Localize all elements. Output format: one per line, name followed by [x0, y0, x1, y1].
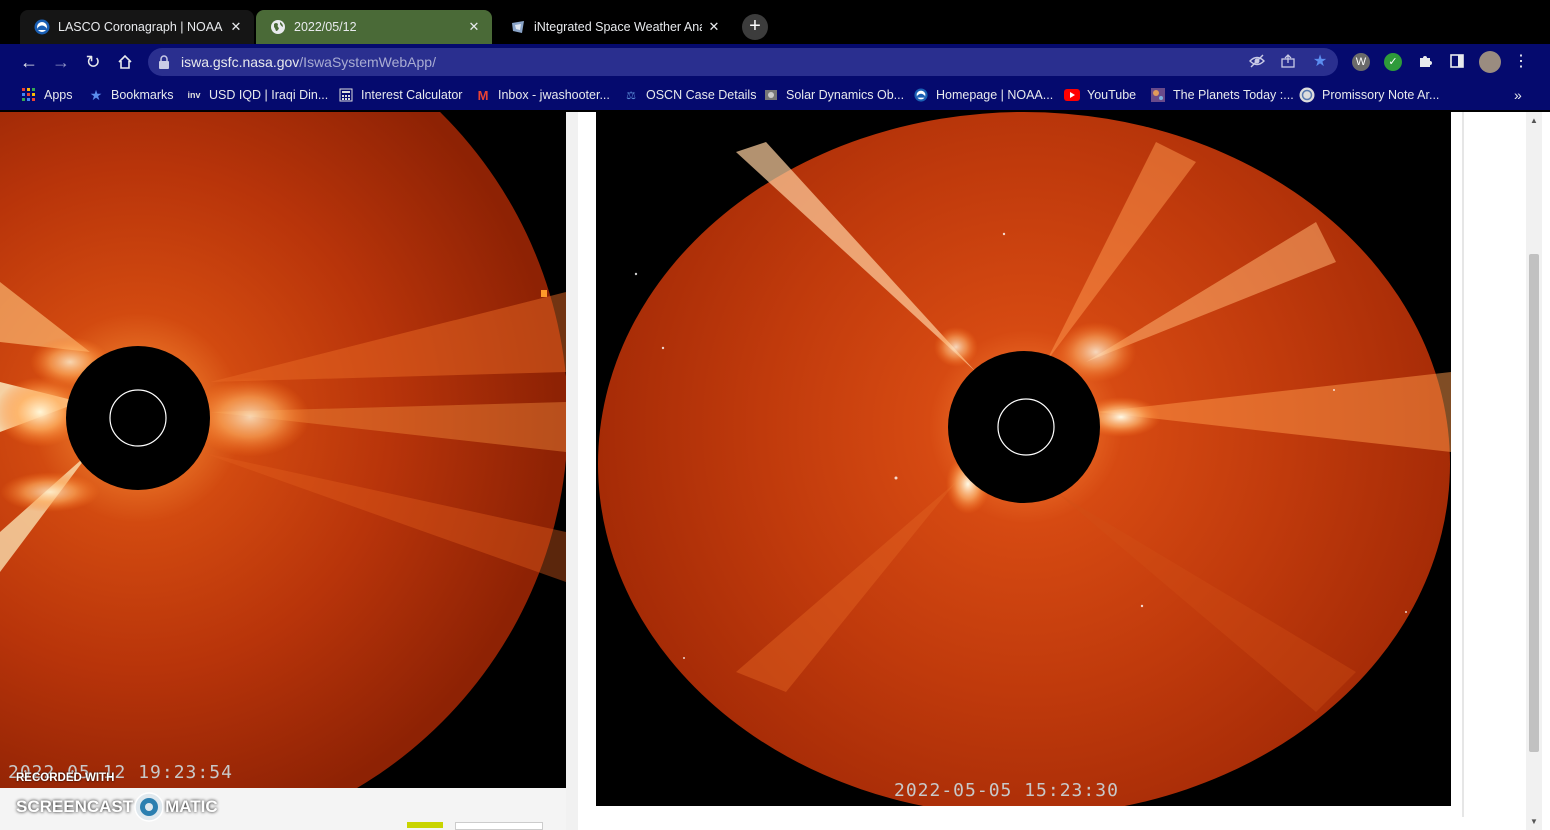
bookmark-label: Homepage | NOAA... [936, 88, 1054, 102]
youtube-icon [1064, 87, 1080, 103]
tab-title: LASCO Coronagraph | NOAA / N [58, 20, 224, 34]
sdo-icon [763, 87, 779, 103]
right-timestamp: 2022-05-05 15:23:30 [894, 780, 1119, 801]
bookmark-promissory-note[interactable]: Promissory Note Ar... [1299, 86, 1439, 104]
extension-check-icon[interactable]: ✓ [1384, 53, 1402, 71]
planets-icon [1150, 87, 1166, 103]
avatar[interactable] [1479, 51, 1501, 73]
browser-toolbar: ← → ↻ iswa.gsfc.nasa.gov/IswaSystemWebAp… [0, 44, 1550, 80]
bookmark-noaa[interactable]: Homepage | NOAA... [913, 86, 1053, 104]
tab-lasco[interactable]: LASCO Coronagraph | NOAA / N ✕ [20, 10, 254, 44]
close-icon[interactable]: ✕ [706, 19, 722, 35]
extension-w-icon[interactable]: W [1352, 53, 1370, 71]
bookmarks-overflow-button[interactable]: » [1514, 86, 1522, 104]
bookmark-usd-iqd[interactable]: inv USD IQD | Iraqi Din... [186, 86, 328, 104]
bookmark-label: Bookmarks [111, 88, 174, 102]
bookmark-inbox[interactable]: M Inbox - jwashooter... [475, 86, 610, 104]
bookmark-label: Interest Calculator [361, 88, 463, 102]
bookmark-bookmarks[interactable]: ★ Bookmarks [88, 86, 174, 104]
bookmark-apps[interactable]: Apps [21, 86, 73, 104]
back-icon[interactable]: ← [17, 50, 41, 74]
bookmark-planets-today[interactable]: The Planets Today :... [1150, 86, 1294, 104]
occulter-disk [948, 351, 1100, 503]
calculator-icon [338, 87, 354, 103]
home-icon[interactable] [113, 50, 137, 74]
document-icon [1299, 87, 1315, 103]
forward-icon[interactable]: → [49, 50, 73, 74]
watermark-logo: SCREENCAST MATIC [16, 792, 218, 822]
noaa-icon [34, 19, 50, 35]
page-content: 2022-05-12 19:23:54 2022-05-05 15:23:30 … [0, 112, 1550, 830]
occulter-disk [66, 346, 210, 490]
slider-track[interactable] [455, 822, 543, 830]
star-icon: ★ [89, 86, 103, 103]
eye-off-icon[interactable] [1248, 53, 1266, 71]
bookmark-label: OSCN Case Details [646, 88, 757, 102]
close-icon[interactable]: ✕ [228, 19, 244, 35]
scrollbar-thumb[interactable] [1529, 254, 1539, 752]
oscn-icon: ⚖ [626, 89, 636, 102]
side-panel-icon[interactable] [1448, 53, 1466, 71]
watermark-caption: RECORDED WITH [16, 772, 115, 784]
menu-icon[interactable]: ⋮ [1512, 53, 1530, 71]
new-tab-button[interactable]: + [742, 14, 768, 40]
scroll-down-icon[interactable]: ▼ [1529, 817, 1539, 827]
corona-left-svg [0, 112, 566, 788]
bookmark-label: Inbox - jwashooter... [498, 88, 610, 102]
bookmark-star-icon[interactable]: ★ [1311, 53, 1329, 71]
noaa-icon [913, 87, 929, 103]
bookmark-label: USD IQD | Iraqi Din... [209, 88, 329, 102]
close-icon[interactable]: ✕ [466, 19, 482, 35]
panel-divider [566, 112, 578, 830]
bookmark-sdo[interactable]: Solar Dynamics Ob... [763, 86, 904, 104]
corona-right-svg [598, 112, 1451, 806]
tab-title: 2022/05/12 [294, 20, 357, 34]
bookmark-label: The Planets Today :... [1173, 88, 1294, 102]
lock-icon[interactable] [158, 55, 170, 69]
tab-iswa[interactable]: iNtegrated Space Weather Analy ✕ [496, 10, 732, 44]
url-host: iswa.gsfc.nasa.gov [181, 54, 300, 70]
tab-strip: LASCO Coronagraph | NOAA / N ✕ 2022/05/1… [0, 0, 1550, 44]
coronagraph-image-right: 2022-05-05 15:23:30 [596, 112, 1451, 806]
apps-grid-icon [21, 87, 37, 103]
iswa-icon [510, 19, 526, 35]
bookmark-interest-calculator[interactable]: Interest Calculator [338, 86, 462, 104]
tab-date[interactable]: 2022/05/12 ✕ [256, 10, 492, 44]
globe-icon [270, 19, 286, 35]
share-icon[interactable] [1279, 53, 1297, 71]
coronagraph-image-left: 2022-05-12 19:23:54 [0, 112, 566, 788]
watermark-brand-left: SCREENCAST [16, 797, 134, 816]
watermark-brand-right: MATIC [165, 797, 218, 816]
bookmarks-bar: Apps ★ Bookmarks inv USD IQD | Iraqi Din..… [0, 80, 1550, 110]
bookmark-label: Apps [44, 88, 73, 102]
scroll-up-icon[interactable]: ▲ [1529, 116, 1539, 126]
extensions-puzzle-icon[interactable] [1416, 53, 1434, 71]
url-path: /IswaSystemWebApp/ [299, 54, 436, 70]
url-text[interactable]: iswa.gsfc.nasa.gov/IswaSystemWebApp/ [181, 54, 436, 70]
bookmark-youtube[interactable]: YouTube [1064, 86, 1136, 104]
slider-indicator[interactable] [407, 822, 443, 828]
reload-icon[interactable]: ↻ [81, 50, 105, 74]
address-bar[interactable]: iswa.gsfc.nasa.gov/IswaSystemWebApp/ ★ [148, 48, 1338, 76]
bookmark-label: Promissory Note Ar... [1322, 88, 1440, 102]
screencast-logo-icon [134, 792, 164, 822]
tab-title: iNtegrated Space Weather Analy [534, 20, 702, 34]
bookmark-label: YouTube [1087, 88, 1137, 102]
investing-icon: inv [187, 90, 201, 100]
gmail-icon: M [477, 87, 489, 103]
bookmark-label: Solar Dynamics Ob... [786, 88, 905, 102]
bookmark-oscn[interactable]: ⚖ OSCN Case Details [623, 86, 756, 104]
